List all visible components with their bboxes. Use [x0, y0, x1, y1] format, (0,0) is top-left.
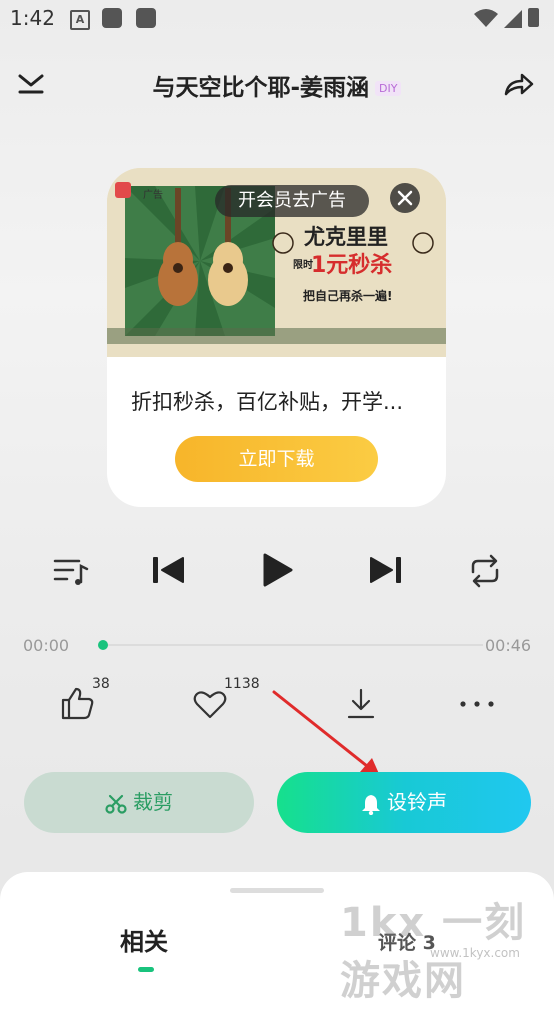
ad-description: 折扣秒杀，百亿补贴，开学... — [131, 390, 404, 414]
share-icon[interactable] — [503, 70, 535, 98]
ad-card[interactable]: 广告 尤克里里 限时 1元秒杀 把自己再杀一遍! 开会员去广告 折扣秒杀，百亿补… — [107, 168, 446, 507]
progress-bar[interactable] — [103, 644, 483, 646]
keyboard-a-icon: A — [70, 10, 90, 30]
set-ringtone-button[interactable]: 设铃声 — [277, 772, 531, 833]
tab-active-indicator — [138, 967, 154, 972]
close-icon — [397, 190, 413, 206]
favorite-count: 1138 — [224, 676, 260, 692]
more-options-icon[interactable] — [458, 700, 496, 708]
notification-icon — [102, 8, 122, 28]
signal-icon — [504, 10, 522, 28]
remove-ads-button[interactable]: 开会员去广告 — [215, 185, 369, 217]
ad-image[interactable]: 广告 尤克里里 限时 1元秒杀 把自己再杀一遍! 开会员去广告 — [107, 168, 446, 357]
pointer-arrow-icon — [272, 690, 380, 776]
ad-limit: 限时 — [293, 258, 313, 271]
tab-related[interactable]: 相关 — [120, 922, 168, 957]
like-count: 38 — [92, 676, 110, 692]
ad-slogan: 把自己再杀一遍! — [303, 288, 392, 303]
sheet-drag-handle[interactable] — [230, 888, 324, 893]
wifi-icon — [474, 9, 498, 27]
play-icon[interactable] — [259, 552, 295, 588]
close-ad-button[interactable] — [390, 183, 420, 213]
cut-label: 裁剪 — [133, 790, 173, 814]
ringtone-label: 设铃声 — [387, 790, 447, 814]
song-title: 与天空比个耶-姜雨涵 — [152, 75, 370, 101]
previous-track-icon[interactable] — [151, 554, 185, 586]
playlist-icon[interactable] — [53, 556, 89, 586]
bell-icon — [362, 794, 380, 815]
page-title: 与天空比个耶-姜雨涵 DIY — [0, 68, 554, 102]
diy-badge: DIY — [375, 81, 402, 96]
watermark-url: www.1kyx.com — [430, 946, 520, 960]
ad-headline-1: 尤克里里 — [304, 225, 388, 249]
battery-icon — [528, 8, 539, 27]
download-now-button[interactable]: 立即下载 — [175, 436, 378, 482]
cut-button[interactable]: 裁剪 — [24, 772, 254, 833]
progress-handle[interactable] — [98, 640, 108, 650]
repeat-icon[interactable] — [467, 554, 503, 588]
notification-icon-2 — [136, 8, 156, 28]
status-time: 1:42 — [10, 6, 55, 30]
ad-headline-2: 1元秒杀 — [311, 252, 392, 278]
scissors-icon — [105, 794, 127, 814]
current-time: 00:00 — [23, 636, 70, 655]
total-time: 00:46 — [485, 636, 532, 655]
ad-tag: 广告 — [143, 188, 163, 201]
next-track-icon[interactable] — [369, 554, 403, 586]
favorite-heart-icon[interactable] — [193, 689, 227, 719]
like-thumbs-up-icon[interactable] — [60, 686, 94, 720]
